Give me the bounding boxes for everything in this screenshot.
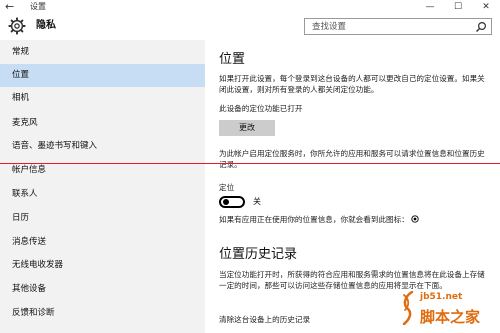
sidebar-item-general[interactable]: 常规 (0, 41, 205, 64)
watermark-url: jb51.net (420, 292, 463, 302)
sidebar: 常规 位置 相机 麦克风 语音、墨迹书写和键入 帐户信息 联系人 日历 消息传送… (0, 40, 205, 333)
sidebar-item-feedback-diagnostics[interactable]: 反馈和诊断 (0, 302, 205, 325)
sidebar-item-contacts[interactable]: 联系人 (0, 183, 205, 206)
maximize-button[interactable]: ☐ (444, 0, 472, 14)
device-location-status: 此设备的定位功能已打开 (219, 104, 303, 113)
sidebar-item-speech-inking-typing[interactable]: 语音、墨迹书写和键入 (0, 135, 205, 158)
window-title: 设置 (30, 2, 46, 11)
sidebar-item-calendar[interactable]: 日历 (0, 207, 205, 230)
search-icon[interactable] (475, 21, 487, 33)
page-header: 隐私 查找设置 (0, 14, 500, 40)
annotation-line (0, 163, 500, 164)
search-input[interactable]: 查找设置 (304, 18, 492, 35)
back-arrow-icon[interactable]: ← (5, 0, 14, 13)
sidebar-item-location[interactable]: 位置 (0, 64, 205, 87)
page-title: 隐私 (36, 20, 56, 31)
search-placeholder: 查找设置 (312, 22, 347, 32)
location-history-heading: 位置历史记录 (219, 247, 298, 262)
sidebar-item-camera[interactable]: 相机 (0, 87, 205, 110)
title-bar: ← 设置 — ☐ ✕ (0, 0, 500, 14)
sidebar-item-messaging[interactable]: 消息传送 (0, 231, 205, 254)
location-icon-hint: 如果有应用正在使用你的位置信息，你就会看到此图标： (219, 214, 499, 225)
toggle-state-text: 关 (253, 197, 261, 206)
watermark-brand: 脚本之家 (420, 308, 481, 326)
change-button[interactable]: 更改 (219, 120, 275, 136)
location-in-use-icon (411, 215, 419, 223)
account-location-description: 为此帐户启用定位服务时，你所允许的应用和服务可以请求位置信息和位置历史记录。 (219, 149, 485, 169)
close-button[interactable]: ✕ (472, 0, 500, 14)
sidebar-item-other-devices[interactable]: 其他设备 (0, 278, 205, 301)
sidebar-item-radios[interactable]: 无线电收发器 (0, 254, 205, 277)
main-content: 位置 如果打开此设置，每个登录到这台设备的人都可以更改自己的定位设置。如果关闭此… (205, 40, 500, 333)
location-toggle[interactable] (219, 196, 245, 208)
sidebar-item-microphone[interactable]: 麦克风 (0, 112, 205, 135)
minimize-button[interactable]: — (416, 0, 444, 14)
location-heading: 位置 (219, 52, 246, 67)
gear-icon (8, 17, 26, 35)
toggle-knob (223, 199, 229, 205)
location-description: 如果打开此设置，每个登录到这台设备的人都可以更改自己的定位设置。如果关闭此设置，… (219, 74, 485, 94)
location-history-description: 当定位功能打开时，所获得的符合应用和服务需求的位置信息将在此设备上存储一定的时间… (219, 270, 485, 290)
location-icon-hint-text: 如果有应用正在使用你的位置信息，你就会看到此图标： (219, 215, 409, 224)
location-toggle-label: 定位 (219, 183, 235, 192)
watermark-logo-icon (402, 291, 414, 325)
